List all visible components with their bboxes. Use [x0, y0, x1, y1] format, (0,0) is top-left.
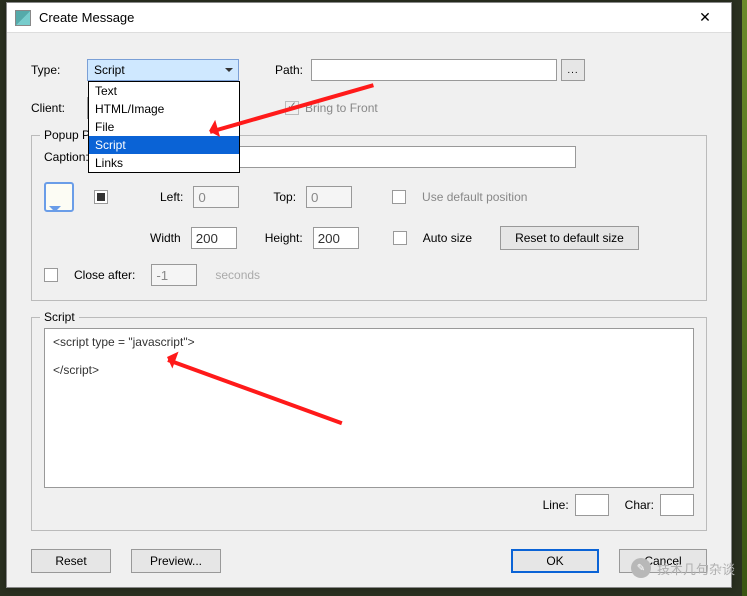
close-icon: ✕ — [699, 9, 711, 26]
script-legend: Script — [40, 310, 79, 324]
width-label: Width — [150, 231, 181, 245]
reset-size-button[interactable]: Reset to default size — [500, 226, 639, 250]
type-option-text[interactable]: Text — [89, 82, 239, 100]
script-line: <script type = "javascript"> — [53, 335, 685, 349]
type-combobox[interactable]: Script Text HTML/Image File Script Links — [87, 59, 239, 81]
top-input[interactable] — [306, 186, 352, 208]
use-default-pos-label: Use default position — [422, 190, 527, 204]
path-input[interactable] — [311, 59, 557, 81]
path-label: Path: — [275, 63, 303, 77]
type-option-links[interactable]: Links — [89, 154, 239, 172]
bg-accent — [742, 0, 747, 596]
watermark-text: 技术几句杂谈 — [657, 559, 735, 578]
seconds-label: seconds — [215, 268, 260, 282]
char-input[interactable] — [660, 494, 694, 516]
char-label: Char: — [625, 498, 654, 512]
app-icon — [15, 10, 31, 26]
watermark-icon: ✎ — [631, 558, 651, 578]
auto-size-checkbox[interactable] — [393, 231, 407, 245]
height-input[interactable] — [313, 227, 359, 249]
window-title: Create Message — [39, 10, 683, 25]
close-after-checkbox[interactable] — [44, 268, 58, 282]
script-fieldset: Script <script type = "javascript"> </sc… — [31, 317, 707, 531]
preview-button[interactable]: Preview... — [131, 549, 221, 573]
create-message-dialog: Create Message ✕ Type: Script Text HTML/… — [6, 2, 732, 588]
watermark: ✎ 技术几句杂谈 — [631, 558, 735, 578]
popup-enable-checkbox[interactable] — [94, 190, 108, 204]
top-label: Top: — [273, 190, 296, 204]
close-button[interactable]: ✕ — [683, 4, 727, 32]
left-label: Left: — [160, 190, 183, 204]
width-input[interactable] — [191, 227, 237, 249]
script-textarea[interactable]: <script type = "javascript"> </script> — [44, 328, 694, 488]
height-label: Height: — [265, 231, 303, 245]
popup-bubble-icon — [44, 182, 74, 212]
script-line: </script> — [53, 363, 685, 377]
ellipsis-icon: ... — [567, 65, 578, 76]
type-label: Type: — [31, 63, 87, 77]
reset-button[interactable]: Reset — [31, 549, 111, 573]
close-after-label: Close after: — [74, 268, 135, 282]
use-default-pos-checkbox[interactable] — [392, 190, 406, 204]
path-browse-button[interactable]: ... — [561, 59, 585, 81]
type-option-html[interactable]: HTML/Image — [89, 100, 239, 118]
auto-size-label: Auto size — [423, 231, 472, 245]
line-label: Line: — [543, 498, 569, 512]
line-input[interactable] — [575, 494, 609, 516]
close-after-input[interactable] — [151, 264, 197, 286]
left-input[interactable] — [193, 186, 239, 208]
type-option-script[interactable]: Script — [89, 136, 239, 154]
titlebar: Create Message ✕ — [7, 3, 731, 33]
client-label: Client: — [31, 101, 87, 115]
type-combobox-value: Script — [94, 63, 125, 77]
ok-button[interactable]: OK — [511, 549, 599, 573]
